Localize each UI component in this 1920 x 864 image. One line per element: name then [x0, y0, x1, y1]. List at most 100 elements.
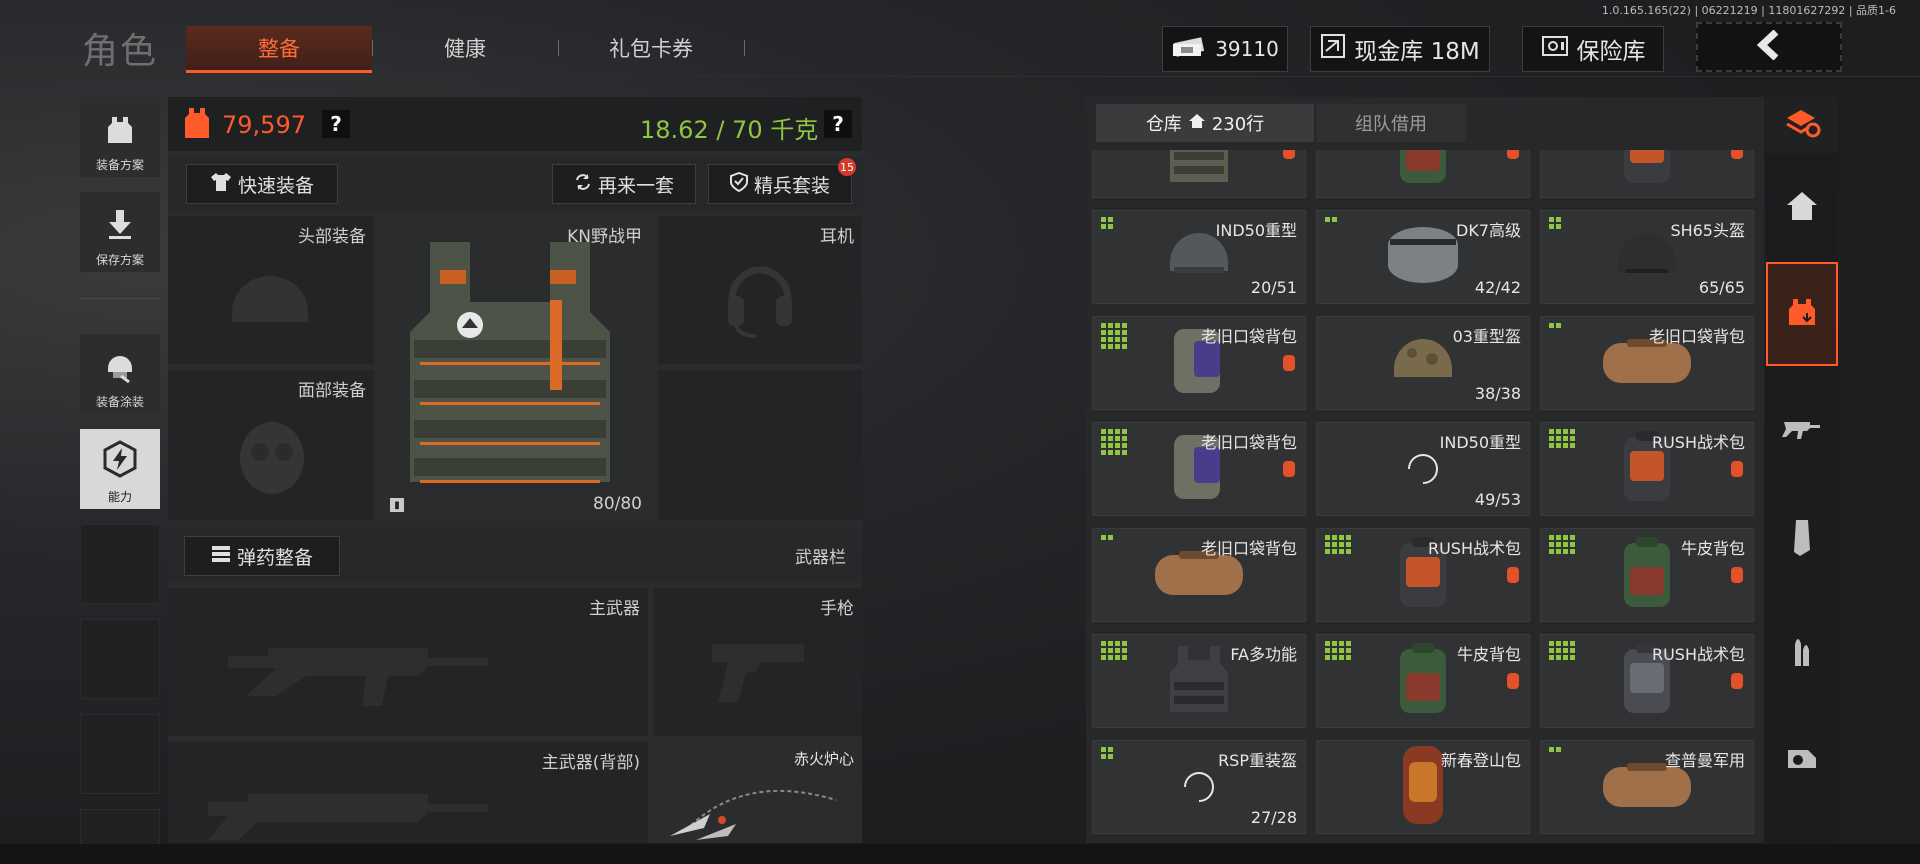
grid-cell: [1549, 535, 1554, 540]
tab-gift-coupons[interactable]: 礼包卡券: [558, 26, 744, 70]
grid-cell: [1108, 443, 1113, 448]
main-weapon-slot[interactable]: 主武器: [168, 588, 648, 736]
item-durability: 38/38: [1474, 384, 1521, 403]
item-image: [1612, 150, 1682, 193]
warehouse-item-card[interactable]: RUSH战术包: [1316, 528, 1530, 622]
back-weapon-slot[interactable]: 主武器(背部): [168, 742, 648, 843]
item-name: IND50重型: [1439, 433, 1521, 452]
warehouse-item-card[interactable]: 牛皮背包: [1540, 528, 1754, 622]
grid-cell: [1101, 641, 1106, 646]
warehouse-item-card[interactable]: RUSH战术包: [1540, 422, 1754, 516]
warehouse-item-card[interactable]: RUSH战术包: [1540, 634, 1754, 728]
headset-slot-label: 耳机: [820, 227, 854, 247]
tab-health[interactable]: 健康: [372, 26, 558, 70]
warehouse-item-card[interactable]: 查普曼军用: [1540, 740, 1754, 834]
warehouse-item-card[interactable]: RSP重装盔 27/28: [1092, 740, 1306, 834]
grid-cell: [1101, 535, 1106, 540]
grid-cell: [1101, 443, 1106, 448]
grid-cell: [1339, 648, 1344, 653]
nav-attachments[interactable]: [1766, 710, 1838, 814]
safe-icon: [1541, 34, 1569, 64]
warehouse-item-card[interactable]: 老旧口袋背包: [1092, 528, 1306, 622]
warehouse-item-card[interactable]: FA多功能: [1092, 150, 1306, 198]
warehouse-item-card[interactable]: IND50重型 49/53: [1316, 422, 1530, 516]
warehouse-item-card[interactable]: 牛皮背包: [1316, 150, 1530, 198]
tab-team-borrow[interactable]: 组队借用: [1316, 104, 1466, 142]
grid-cell: [1101, 648, 1106, 653]
ammo-prep-button[interactable]: 弹药整备: [184, 536, 340, 576]
grid-cell: [1122, 443, 1127, 448]
item-name: 老旧口袋背包: [1648, 327, 1745, 346]
grid-cell: [1122, 641, 1127, 646]
stack-refresh-button[interactable]: [1766, 97, 1838, 153]
item-image: [1378, 225, 1468, 289]
warehouse-item-card[interactable]: RUSH战术包: [1540, 150, 1754, 198]
back-button[interactable]: [1696, 22, 1842, 72]
warehouse-item-card[interactable]: 老旧口袋背包: [1092, 422, 1306, 516]
warehouse-item-card[interactable]: DK7高级 42/42: [1316, 210, 1530, 304]
armor-slot[interactable]: KN野战甲 ▮ 80/80: [382, 216, 652, 520]
weight-display: 18.62 / 70 千克: [640, 116, 819, 144]
warehouse-item-card[interactable]: 新春登山包: [1316, 740, 1530, 834]
grid-cell: [1556, 429, 1561, 434]
warehouse-item-card[interactable]: FA多功能: [1092, 634, 1306, 728]
warehouse-item-card[interactable]: SH65头盔 65/65: [1540, 210, 1754, 304]
sidebar-item-paint[interactable]: 装备涂装: [80, 334, 160, 414]
headset-slot[interactable]: 耳机: [658, 216, 862, 364]
nav-equipment[interactable]: [1766, 262, 1838, 366]
pistol-slot[interactable]: 手枪: [654, 588, 862, 736]
grid-cell: [1101, 217, 1106, 222]
safe-label: 保险库: [1576, 39, 1646, 65]
safe-button[interactable]: 保险库: [1522, 26, 1664, 72]
grid-cell: [1563, 641, 1568, 646]
grid-cell: [1556, 224, 1561, 229]
extra-slot[interactable]: [658, 370, 862, 520]
currency-display[interactable]: 39110: [1162, 26, 1288, 72]
weight-help-icon[interactable]: ?: [824, 110, 852, 138]
warehouse-item-card[interactable]: 老旧口袋背包: [1092, 316, 1306, 410]
grid-cell: [1556, 542, 1561, 547]
tab-loadout[interactable]: 整备: [186, 26, 372, 73]
grid-cell: [1570, 436, 1575, 441]
again-label: 再来一套: [597, 174, 674, 197]
grid-cell: [1325, 535, 1330, 540]
again-button[interactable]: 再来一套: [552, 164, 696, 204]
warehouse-item-card[interactable]: IND50重型 20/51: [1092, 210, 1306, 304]
grid-cell: [1570, 542, 1575, 547]
elite-set-button[interactable]: 精兵套装: [708, 164, 852, 204]
warehouse-item-card[interactable]: 老旧口袋背包: [1540, 316, 1754, 410]
pistol-placeholder-icon: [708, 636, 808, 710]
nav-weapons[interactable]: [1766, 378, 1838, 482]
nav-home[interactable]: [1766, 156, 1838, 260]
item-image: [1164, 150, 1234, 190]
cash-vault-button[interactable]: 现金库 18M: [1310, 26, 1490, 72]
nav-ammo[interactable]: [1766, 600, 1838, 704]
value-help-icon[interactable]: ?: [322, 110, 350, 138]
grid-cell: [1115, 655, 1120, 660]
sidebar-item-ability[interactable]: 能力: [80, 429, 160, 509]
quick-equip-button[interactable]: 快速装备: [186, 164, 338, 204]
grid-cell: [1108, 344, 1113, 349]
tab-label: 整备: [258, 37, 300, 61]
grid-cell: [1101, 754, 1106, 759]
warehouse-item-card[interactable]: 03重型盔 38/38: [1316, 316, 1530, 410]
tab-warehouse[interactable]: 仓库 230行: [1096, 104, 1314, 142]
insured-tag-icon: [1731, 150, 1743, 159]
grid-cell: [1122, 429, 1127, 434]
grid-cell: [1108, 330, 1113, 335]
bullets-icon: [1789, 630, 1815, 674]
grid-cell: [1115, 344, 1120, 349]
head-slot[interactable]: 头部装备: [168, 216, 374, 364]
grid-cell: [1101, 337, 1106, 342]
warehouse-item-card[interactable]: 牛皮背包: [1316, 634, 1530, 728]
sidebar-item-loadout-plan[interactable]: 装备方案: [80, 97, 160, 177]
back-arrow-icon: [1754, 29, 1784, 64]
sidebar-item-save-plan[interactable]: 保存方案: [80, 192, 160, 272]
item-durability: 65/65: [1698, 278, 1745, 297]
grid-cell: [1549, 436, 1554, 441]
melee-slot[interactable]: 赤火炉心: [654, 742, 862, 843]
face-slot[interactable]: 面部装备: [168, 370, 374, 520]
grid-cell: [1332, 217, 1337, 222]
item-name: IND50重型: [1215, 221, 1297, 240]
nav-magazines[interactable]: [1766, 488, 1838, 592]
